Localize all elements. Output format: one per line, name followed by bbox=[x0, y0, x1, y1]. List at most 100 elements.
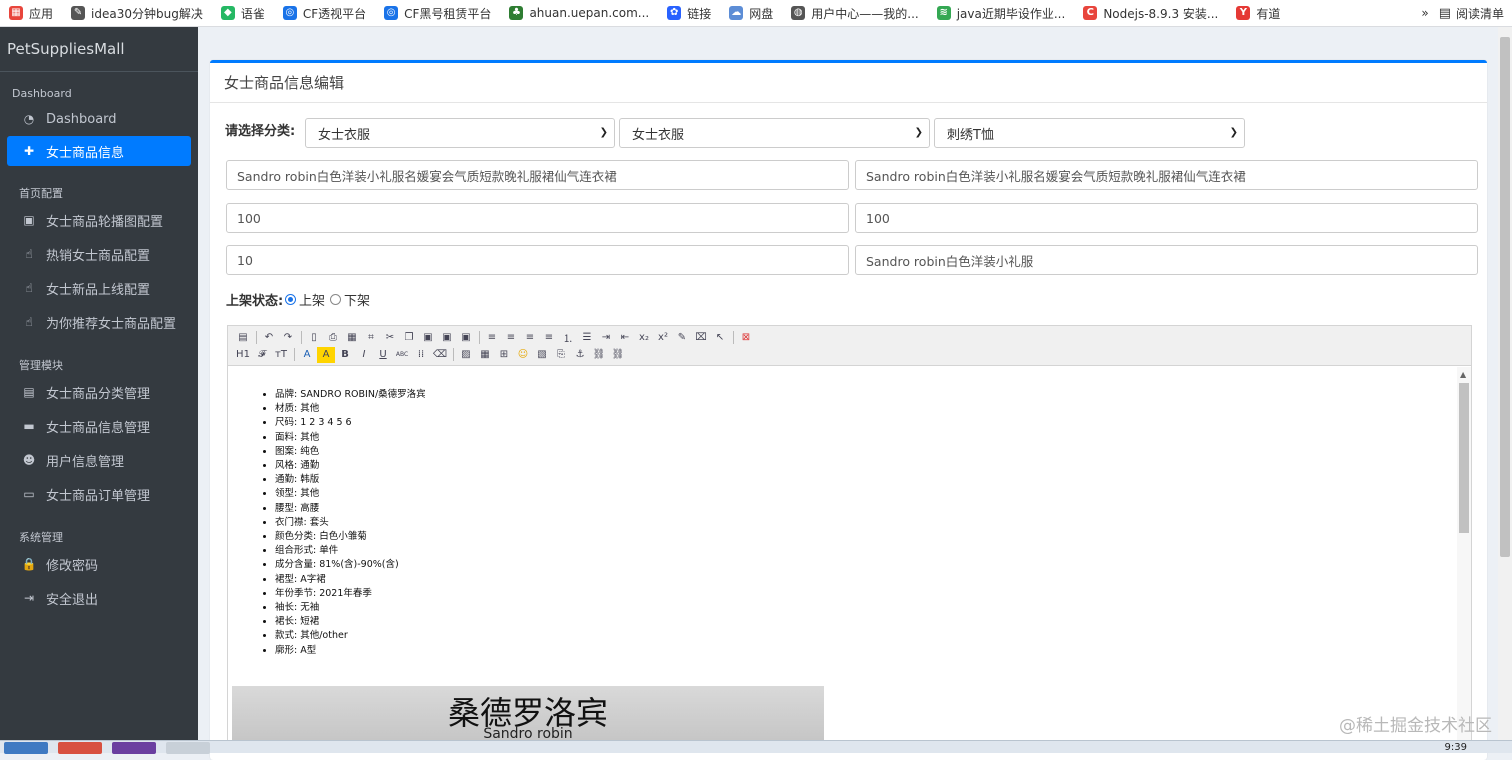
sidebar-item[interactable]: ☝ 为你推荐女士商品配置 bbox=[7, 306, 191, 338]
tag-input[interactable]: Sandro robin白色洋装小礼服 bbox=[855, 245, 1478, 275]
paste-text-icon[interactable]: ▣ bbox=[438, 330, 456, 346]
font-color-icon[interactable]: A bbox=[298, 347, 316, 363]
clear-format-icon[interactable]: ✎ bbox=[673, 330, 691, 346]
category-select-level3[interactable]: 刺绣T恤 ❯ bbox=[934, 118, 1245, 148]
code-icon[interactable]: ⌗ bbox=[362, 330, 380, 346]
original-price-input[interactable]: 100 bbox=[226, 203, 849, 233]
bookmark-item[interactable]: ☁ 网盘 bbox=[720, 0, 782, 26]
sidebar-item[interactable]: ▬ 女士商品信息管理 bbox=[7, 410, 191, 442]
bookmark-item[interactable]: ◎ CF透视平台 bbox=[274, 0, 375, 26]
highlight-icon[interactable]: A bbox=[317, 346, 335, 363]
bookmark-item[interactable]: Y 有道 bbox=[1227, 0, 1289, 26]
goods-name-input[interactable]: Sandro robin白色洋装小礼服名媛宴会气质短款晚礼服裙仙气连衣裙 bbox=[226, 160, 849, 190]
fullscreen-icon[interactable]: ⊠ bbox=[737, 330, 755, 346]
bookmarks-more-button[interactable]: » bbox=[1411, 6, 1438, 20]
outdent-icon[interactable]: ⇤ bbox=[616, 330, 634, 346]
paste-word-icon[interactable]: ▣ bbox=[457, 330, 475, 346]
heading-icon[interactable]: H1 bbox=[234, 347, 252, 363]
bookmark-item[interactable]: ✿ 链接 bbox=[658, 0, 720, 26]
start-button[interactable] bbox=[4, 742, 48, 754]
taskbar-chrome[interactable] bbox=[58, 742, 102, 754]
sidebar-item[interactable]: ▭ 女士商品订单管理 bbox=[7, 478, 191, 510]
editor-body[interactable]: 品牌: SANDRO ROBIN/桑德罗洛宾材质: 其他尺码: 1 2 3 4 … bbox=[228, 367, 1471, 744]
font-family-icon[interactable]: 𝓕 bbox=[253, 347, 271, 363]
align-left-icon[interactable]: ≡ bbox=[483, 330, 501, 346]
status-on-radio[interactable]: 上架 bbox=[285, 290, 325, 309]
bookmark-label: idea30分钟bug解决 bbox=[91, 6, 203, 21]
goods-intro-input[interactable]: Sandro robin白色洋装小礼服名媛宴会气质短款晚礼服裙仙气连衣裙 bbox=[855, 160, 1478, 190]
anchor-icon[interactable]: ⚓ bbox=[571, 347, 589, 363]
table-icon[interactable]: ▦ bbox=[476, 347, 494, 363]
brand-logo[interactable]: PetSuppliesMall bbox=[0, 27, 198, 72]
ordered-list-icon[interactable]: ⒈ bbox=[559, 330, 577, 346]
sidebar-item[interactable]: ▤ 女士商品分类管理 bbox=[7, 376, 191, 408]
bookmark-item[interactable]: ◆ 语雀 bbox=[212, 0, 274, 26]
emoticon-icon[interactable]: ☺ bbox=[514, 347, 532, 363]
bookmark-item[interactable]: ◎ CF黑号租赁平台 bbox=[375, 0, 500, 26]
bookmark-item[interactable]: ◍ 用户中心——我的... bbox=[782, 0, 927, 26]
copy-icon[interactable]: ❐ bbox=[400, 330, 418, 346]
subscript-icon[interactable]: x₂ bbox=[635, 330, 653, 346]
preview-icon[interactable]: ▯ bbox=[305, 330, 323, 346]
unlink-icon[interactable]: ⛓ bbox=[609, 347, 627, 363]
sidebar-section-title: 系统管理 bbox=[19, 531, 63, 544]
underline-icon[interactable]: U bbox=[374, 347, 392, 363]
font-size-icon[interactable]: ᴛT bbox=[272, 347, 290, 363]
select-all-icon[interactable]: ⌧ bbox=[692, 330, 710, 346]
bookmark-item[interactable]: ▦ 应用 bbox=[0, 0, 62, 26]
bookmark-item[interactable]: ✎ idea30分钟bug解决 bbox=[62, 0, 212, 26]
sidebar-item[interactable]: ⇥ 安全退出 bbox=[7, 582, 191, 614]
redo-icon[interactable]: ↷ bbox=[279, 330, 297, 346]
undo-icon[interactable]: ↶ bbox=[260, 330, 278, 346]
bookmark-item[interactable]: ♣ ahuan.uepan.com... bbox=[500, 0, 658, 26]
link-icon[interactable]: ⛓ bbox=[590, 347, 608, 363]
bookmark-item[interactable]: ≋ java近期毕设作业... bbox=[928, 0, 1075, 26]
editor-scroll-thumb[interactable] bbox=[1459, 383, 1469, 533]
sidebar-item[interactable]: ☝ 女士新品上线配置 bbox=[7, 272, 191, 304]
print-icon[interactable]: ⎙ bbox=[324, 330, 342, 346]
category-select-level1[interactable]: 女士衣服 ❯ bbox=[305, 118, 615, 148]
sidebar-item[interactable]: ☝ 热销女士商品配置 bbox=[7, 238, 191, 270]
radio-unchecked-icon[interactable] bbox=[330, 294, 341, 305]
selling-price-input[interactable]: 100 bbox=[855, 203, 1478, 233]
taskbar-app[interactable] bbox=[166, 742, 210, 754]
line-height-icon[interactable]: ⁞⁞ bbox=[412, 347, 430, 363]
chevron-down-icon: ❯ bbox=[1229, 127, 1238, 138]
spec-list-item: 裙型: A字裙 bbox=[275, 573, 1471, 587]
insert-icon[interactable]: ⊞ bbox=[495, 347, 513, 363]
scroll-up-arrow-icon[interactable]: ▲ bbox=[1460, 370, 1466, 379]
page-break-icon[interactable]: ⎘ bbox=[552, 347, 570, 363]
pointer-icon[interactable]: ↖ bbox=[711, 330, 729, 346]
italic-icon[interactable]: I bbox=[355, 347, 373, 363]
bold-icon[interactable]: B bbox=[336, 347, 354, 363]
bookmark-item[interactable]: C Nodejs-8.9.3 安装... bbox=[1074, 0, 1227, 26]
taskbar-idea[interactable] bbox=[112, 742, 156, 754]
radio-checked-icon[interactable] bbox=[285, 294, 296, 305]
sidebar-item[interactable]: 🔒 修改密码 bbox=[7, 548, 191, 580]
remove-format-icon[interactable]: ⌫ bbox=[431, 347, 449, 363]
align-right-icon[interactable]: ≡ bbox=[521, 330, 539, 346]
indent-icon[interactable]: ⇥ bbox=[597, 330, 615, 346]
image-icon[interactable]: ▨ bbox=[457, 347, 475, 363]
superscript-icon[interactable]: x² bbox=[654, 330, 672, 346]
unordered-list-icon[interactable]: ☰ bbox=[578, 330, 596, 346]
align-justify-icon[interactable]: ≡ bbox=[540, 330, 558, 346]
align-center-icon[interactable]: ≡ bbox=[502, 330, 520, 346]
sidebar-item[interactable]: ▣ 女士商品轮播图配置 bbox=[7, 204, 191, 236]
reading-list-button[interactable]: ▤ 阅读清单 bbox=[1439, 5, 1512, 22]
status-off-radio[interactable]: 下架 bbox=[330, 290, 370, 309]
page-scrollbar[interactable] bbox=[1498, 27, 1512, 740]
source-icon[interactable]: ▤ bbox=[234, 330, 252, 346]
editor-scrollbar[interactable]: ▲ bbox=[1457, 367, 1471, 744]
page-scroll-thumb[interactable] bbox=[1500, 37, 1510, 557]
category-select-level2[interactable]: 女士衣服 ❯ bbox=[619, 118, 930, 148]
template-icon[interactable]: ▦ bbox=[343, 330, 361, 346]
sidebar-item[interactable]: ✚ 女士商品信息 bbox=[7, 136, 191, 166]
stock-input[interactable]: 10 bbox=[226, 245, 849, 275]
cut-icon[interactable]: ✂ bbox=[381, 330, 399, 346]
paste-icon[interactable]: ▣ bbox=[419, 330, 437, 346]
strikethrough-icon[interactable]: ABC bbox=[393, 347, 411, 363]
sidebar-item[interactable]: ◔ Dashboard bbox=[7, 104, 191, 134]
multi-image-icon[interactable]: ▧ bbox=[533, 347, 551, 363]
sidebar-item[interactable]: ☻ 用户信息管理 bbox=[7, 444, 191, 476]
